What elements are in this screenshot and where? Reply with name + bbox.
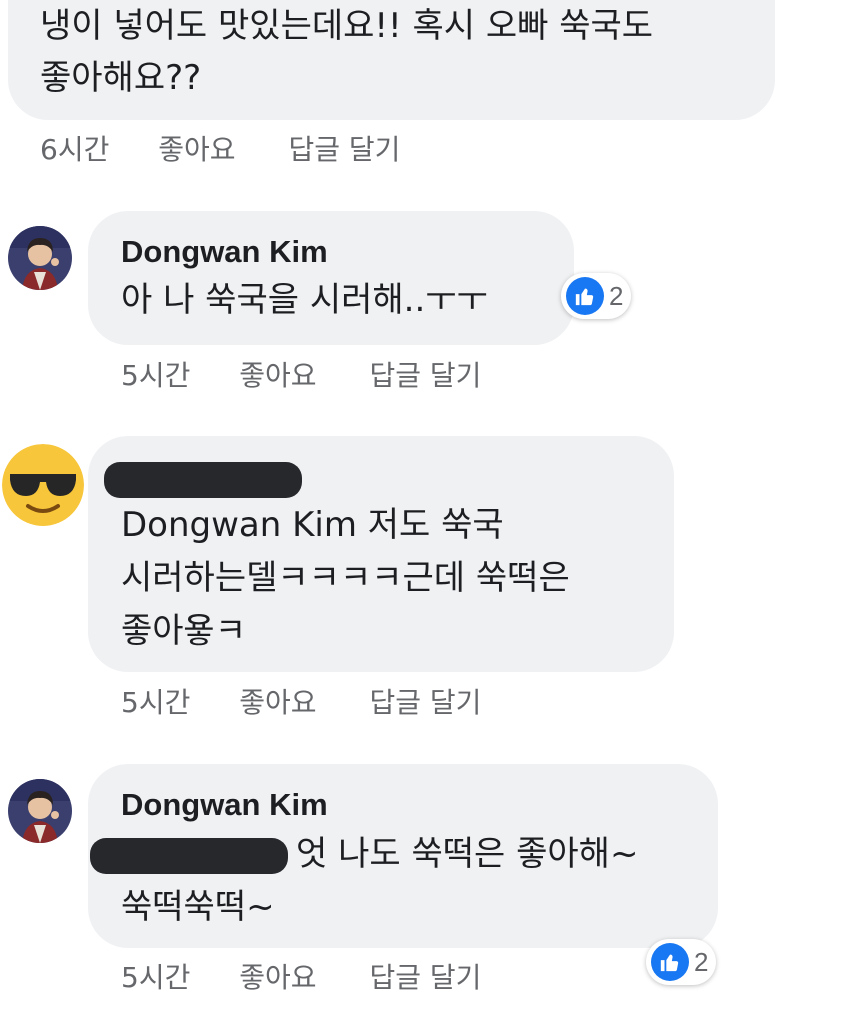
comment-meta: 5시간 좋아요 답글 달기 bbox=[121, 681, 481, 721]
reply-link[interactable]: 답글 달기 bbox=[369, 956, 481, 996]
comment-text-line: 냉이 넣어도 맛있는데요!! 혹시 오빠 쑥국도 bbox=[40, 6, 654, 46]
reaction-badge[interactable]: 2 bbox=[646, 939, 717, 985]
sunglasses-emoji-icon[interactable] bbox=[2, 444, 84, 526]
comment-text-line: 시러하는델ㅋㅋㅋㅋ근데 쑥떡은 bbox=[121, 558, 570, 598]
thumbs-up-icon bbox=[651, 943, 689, 981]
redacted-mention bbox=[90, 838, 288, 874]
reply-link[interactable]: 답글 달기 bbox=[369, 354, 481, 394]
comment-meta: 5시간 좋아요 답글 달기 bbox=[121, 354, 481, 394]
reply-link[interactable]: 답글 달기 bbox=[288, 128, 400, 168]
like-link[interactable]: 좋아요 bbox=[239, 681, 316, 721]
comment-text-line: 좋아욯ㅋ bbox=[121, 611, 247, 651]
comment-timestamp[interactable]: 5시간 bbox=[121, 354, 190, 394]
comment-timestamp[interactable]: 6시간 bbox=[40, 128, 109, 168]
comment-timestamp[interactable]: 5시간 bbox=[121, 956, 190, 996]
comment-meta: 6시간 좋아요 답글 달기 bbox=[40, 128, 400, 168]
comment-text-line: 쑥떡쑥떡~ bbox=[121, 887, 275, 927]
comment-text-line: 엇 나도 쑥떡은 좋아해~ bbox=[296, 834, 639, 874]
comment-text-line: 좋아해요?? bbox=[40, 58, 202, 98]
comment-timestamp[interactable]: 5시간 bbox=[121, 681, 190, 721]
reaction-badge[interactable]: 2 bbox=[561, 273, 632, 319]
avatar[interactable] bbox=[8, 226, 72, 290]
like-link[interactable]: 좋아요 bbox=[239, 354, 316, 394]
comment-text-line: Dongwan Kim 저도 쑥국 bbox=[121, 505, 504, 545]
reaction-count: 2 bbox=[694, 946, 709, 977]
redacted-author-name bbox=[104, 462, 302, 498]
reaction-count: 2 bbox=[609, 280, 624, 311]
comment-text-line: 아 나 쑥국을 시러해..ㅜㅜ bbox=[121, 280, 488, 320]
thumbs-up-icon bbox=[566, 277, 604, 315]
like-link[interactable]: 좋아요 bbox=[239, 956, 316, 996]
like-link[interactable]: 좋아요 bbox=[158, 128, 235, 168]
reply-link[interactable]: 답글 달기 bbox=[369, 681, 481, 721]
avatar[interactable] bbox=[8, 779, 72, 843]
comment-author[interactable]: Dongwan Kim bbox=[121, 234, 328, 270]
comment-author[interactable]: Dongwan Kim bbox=[121, 787, 328, 823]
comment-meta: 5시간 좋아요 답글 달기 bbox=[121, 956, 481, 996]
